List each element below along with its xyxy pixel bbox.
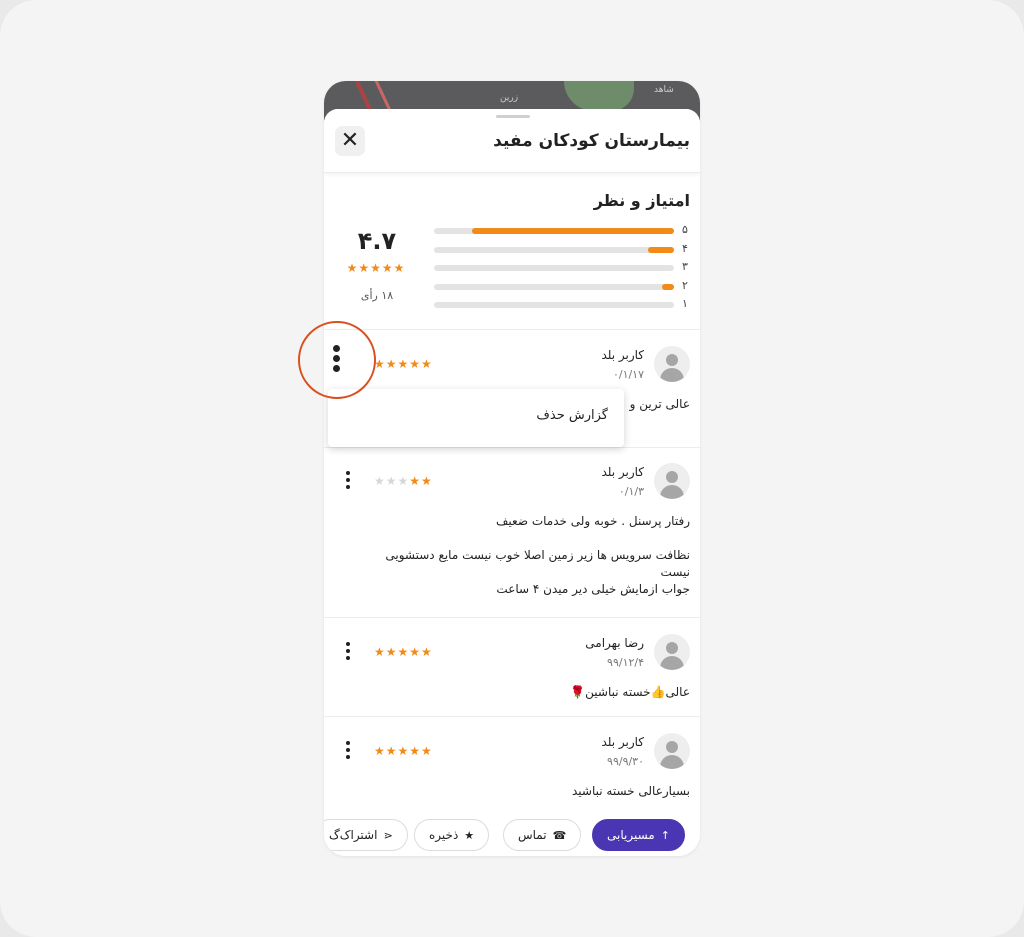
phone-screen: زرین شاهد بیمارستان کودکان مفید ✕ امتیاز…: [324, 81, 700, 856]
save-button[interactable]: ★ذخیره: [414, 819, 490, 851]
map-label: شاهد: [654, 85, 674, 95]
close-icon: ✕: [340, 128, 360, 153]
arrow-up-icon: ↑: [660, 829, 670, 842]
reviewer-name: کاربر بلد: [601, 348, 644, 362]
review-stars-icon: ★★★★★: [374, 357, 433, 371]
review-date: ۰/۱/۳: [618, 485, 644, 498]
share-icon: ⋖: [383, 829, 393, 842]
more-options-icon[interactable]: [332, 345, 340, 375]
route-button[interactable]: ↑مسیریابی: [592, 819, 685, 851]
more-options-icon[interactable]: [344, 642, 352, 664]
action-bar: ↑مسیریابی ☎تماس ★ذخیره ⋖اشتراک‌گ: [324, 815, 700, 856]
place-sheet: بیمارستان کودکان مفید ✕ امتیاز و نظر ۵ ۴…: [324, 109, 700, 856]
map-label: زرین: [500, 93, 519, 103]
close-button[interactable]: ✕: [335, 126, 365, 156]
review-stars-icon: ★★★★★: [374, 474, 433, 488]
avatar: [654, 634, 690, 670]
review-date: ۰/۱/۱۷: [612, 368, 644, 381]
divider: [324, 447, 700, 448]
sheet-header: بیمارستان کودکان مفید ✕: [324, 109, 700, 173]
review-text: عالی👍خسته نباشین🌹: [570, 685, 690, 699]
rating-bar-label: ۲: [682, 278, 688, 292]
call-button[interactable]: ☎تماس: [503, 819, 582, 851]
rating-bar-label: ۱: [682, 297, 688, 310]
drag-handle[interactable]: [496, 115, 530, 118]
rating-bar-label: ۳: [682, 260, 688, 273]
rating-bar-row: ۳: [434, 260, 694, 279]
review-text: بسیارعالی خسته نباشید: [572, 784, 690, 798]
more-options-icon[interactable]: [344, 741, 352, 763]
review-stars-icon: ★★★★★: [374, 744, 433, 758]
rating-section-title: امتیاز و نظر: [593, 191, 690, 210]
divider: [324, 716, 700, 717]
rating-bar-row: ۱: [434, 297, 694, 316]
reviewer-name: کاربر بلد: [601, 735, 644, 749]
review-text: رفتار پرسنل . خوبه ولی خدمات ضعیف نظافت …: [385, 514, 690, 596]
rating-distribution: ۵ ۴ ۳ ۲ ۱: [434, 223, 694, 316]
rating-bar-row: ۲: [434, 279, 694, 298]
divider: [324, 329, 700, 330]
reviewer-name: کاربر بلد: [601, 465, 644, 479]
avatar: [654, 463, 690, 499]
review-date: ۹۹/۹/۳۰: [607, 755, 644, 768]
review-stars-icon: ★★★★★: [374, 645, 433, 659]
divider: [324, 617, 700, 618]
average-stars-icon: ★★★★★: [346, 261, 406, 275]
average-rating: ۴.۷: [357, 227, 397, 255]
page-title: بیمارستان کودکان مفید: [493, 131, 690, 151]
map-park: [564, 81, 634, 111]
rating-bar-fill: [662, 283, 674, 290]
rating-bar-fill: [472, 228, 674, 234]
star-icon: ★: [464, 829, 475, 842]
more-options-icon[interactable]: [344, 471, 352, 493]
rating-bar-row: ۵: [434, 223, 694, 242]
rating-bar-row: ۴: [434, 242, 694, 261]
report-delete-menu-item[interactable]: گزارش حذف: [536, 408, 608, 423]
review-date: ۹۹/۱۲/۴: [607, 656, 644, 669]
phone-icon: ☎: [552, 829, 567, 842]
rating-bar-fill: [647, 246, 674, 253]
share-button[interactable]: ⋖اشتراک‌گ: [324, 819, 408, 851]
avatar: [654, 346, 690, 382]
vote-count: ۱۸ رأی: [360, 289, 394, 302]
review-options-menu: گزارش حذف: [328, 389, 624, 447]
rating-bar-label: ۵: [682, 223, 688, 236]
rating-bar-label: ۴: [682, 241, 688, 255]
reviewer-name: رضا بهرامی: [585, 636, 644, 650]
avatar: [654, 733, 690, 769]
